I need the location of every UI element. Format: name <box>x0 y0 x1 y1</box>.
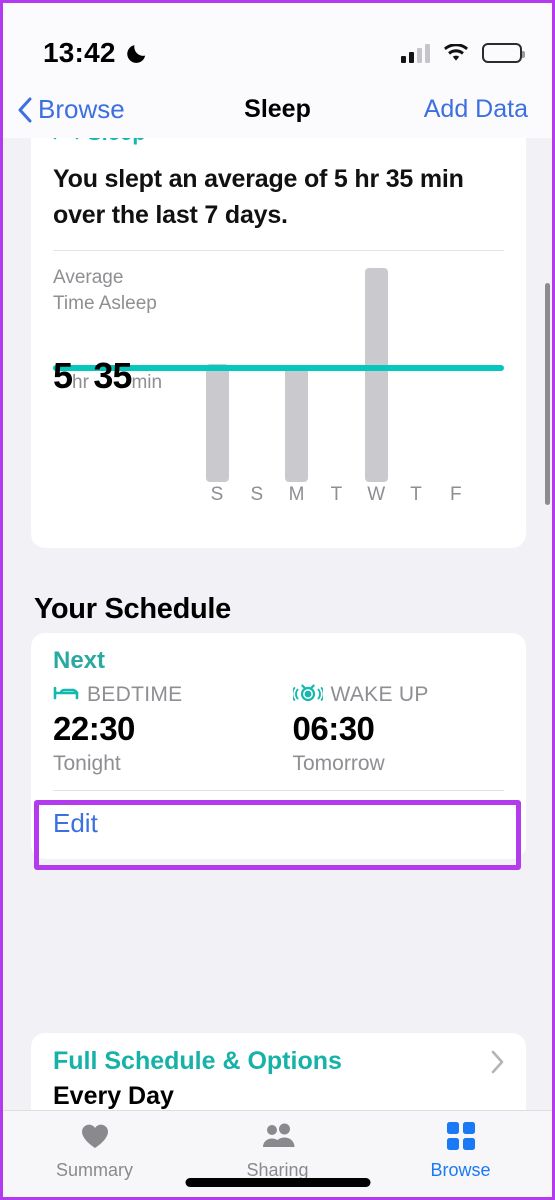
chevron-left-icon <box>17 97 33 123</box>
tab-browse-label: Browse <box>430 1160 491 1180</box>
chart-day-labels: SSMTWTF <box>31 484 526 508</box>
add-data-button[interactable]: Add Data <box>424 95 528 124</box>
battery-icon <box>482 43 525 63</box>
scroll-content: Sleep You slept an average of 5 hr 35 mi… <box>3 138 552 1110</box>
sleep-summary-card: Sleep You slept an average of 5 hr 35 mi… <box>31 138 526 548</box>
chart-day-label: T <box>410 484 422 505</box>
sleep-summary-text: You slept an average of 5 hr 35 min over… <box>53 165 464 229</box>
chart-day-label: S <box>250 484 264 505</box>
chart-day-label: W <box>367 484 386 505</box>
people-icon <box>261 1122 295 1155</box>
chart-bar <box>364 268 388 482</box>
next-wakeup-value: 06:30 <box>292 710 375 747</box>
alarm-clock-icon <box>291 684 324 707</box>
next-bedtime-when: Tonight <box>53 752 121 775</box>
chart-day-label: F <box>449 484 462 505</box>
full-schedule-header[interactable]: Full Schedule & Options <box>31 1033 526 1076</box>
chevron-right-icon <box>490 1050 504 1074</box>
tab-bar: Summary Sharing Browse <box>3 1110 552 1197</box>
average-hours-unit: hr <box>72 372 89 393</box>
full-schedule-title: Full Schedule & Options <box>53 1047 342 1075</box>
grid-icon <box>446 1122 475 1155</box>
chart-bar <box>205 364 229 482</box>
next-bedtime-header: BEDTIME <box>53 683 279 707</box>
sleep-bar-chart: Average Time Asleep 5hr 35min SSMTWTF <box>31 251 526 505</box>
tab-summary[interactable]: Summary <box>3 1111 186 1197</box>
tab-summary-label: Summary <box>55 1160 133 1180</box>
full-schedule-card[interactable]: Full Schedule & Options Every Day BEDTIM… <box>31 1033 526 1110</box>
heart-icon <box>80 1122 110 1155</box>
chart-day-label: S <box>210 484 224 505</box>
chart-day-label: T <box>330 484 343 505</box>
back-button[interactable]: Browse <box>17 94 125 125</box>
sleep-card-header: Sleep <box>31 138 526 146</box>
next-bedtime-column: BEDTIME 22:30 Tonight <box>53 683 279 776</box>
full-schedule-repeat: Every Day <box>53 1082 174 1110</box>
status-time: 13:42 <box>43 37 116 68</box>
phone-screen: 13:42 Browse Sleep Add Data You slept an… <box>0 0 555 1200</box>
edit-row: Edit <box>31 790 526 870</box>
status-bar-left: 13:42 <box>43 37 148 69</box>
home-indicator[interactable] <box>185 1178 370 1187</box>
average-minutes-unit: min <box>131 372 163 393</box>
next-times-row: BEDTIME 22:30 Tonight WAKE UP 06:30 Tomo… <box>31 675 526 776</box>
next-wakeup-column: WAKE UP 06:30 Tomorrow <box>279 683 505 776</box>
sleep-card-header-label: Sleep <box>87 138 146 146</box>
edit-button[interactable]: Edit <box>31 791 526 859</box>
bed-icon <box>53 685 79 706</box>
chart-average-value: 5hr 35min <box>53 355 162 397</box>
cellular-signal-icon <box>401 43 430 63</box>
average-minutes: 35 <box>93 355 132 396</box>
next-bedtime-value: 22:30 <box>53 710 135 747</box>
bed-icon <box>53 138 79 141</box>
crescent-moon-icon <box>125 42 148 65</box>
wifi-icon <box>443 42 469 63</box>
your-schedule-title: Your Schedule <box>34 593 231 625</box>
next-wakeup-header: WAKE UP <box>291 683 505 707</box>
tab-browse[interactable]: Browse <box>369 1111 552 1197</box>
next-label: Next <box>53 647 106 674</box>
back-button-label: Browse <box>38 94 125 124</box>
status-bar-right <box>401 42 525 63</box>
status-bar: 13:42 <box>3 3 552 81</box>
navigation-bar: Browse Sleep Add Data <box>3 81 552 138</box>
chart-day-label: M <box>288 484 305 505</box>
average-hours: 5 <box>53 355 73 396</box>
next-schedule-card: Next BEDTIME 22:30 Tonight WAKE UP 06:30… <box>31 633 526 870</box>
vertical-scrollbar[interactable] <box>545 283 550 505</box>
next-bedtime-label: BEDTIME <box>87 683 183 706</box>
chart-bar <box>285 366 309 482</box>
next-wakeup-when: Tomorrow <box>292 752 385 775</box>
next-wakeup-label: WAKE UP <box>330 683 429 706</box>
